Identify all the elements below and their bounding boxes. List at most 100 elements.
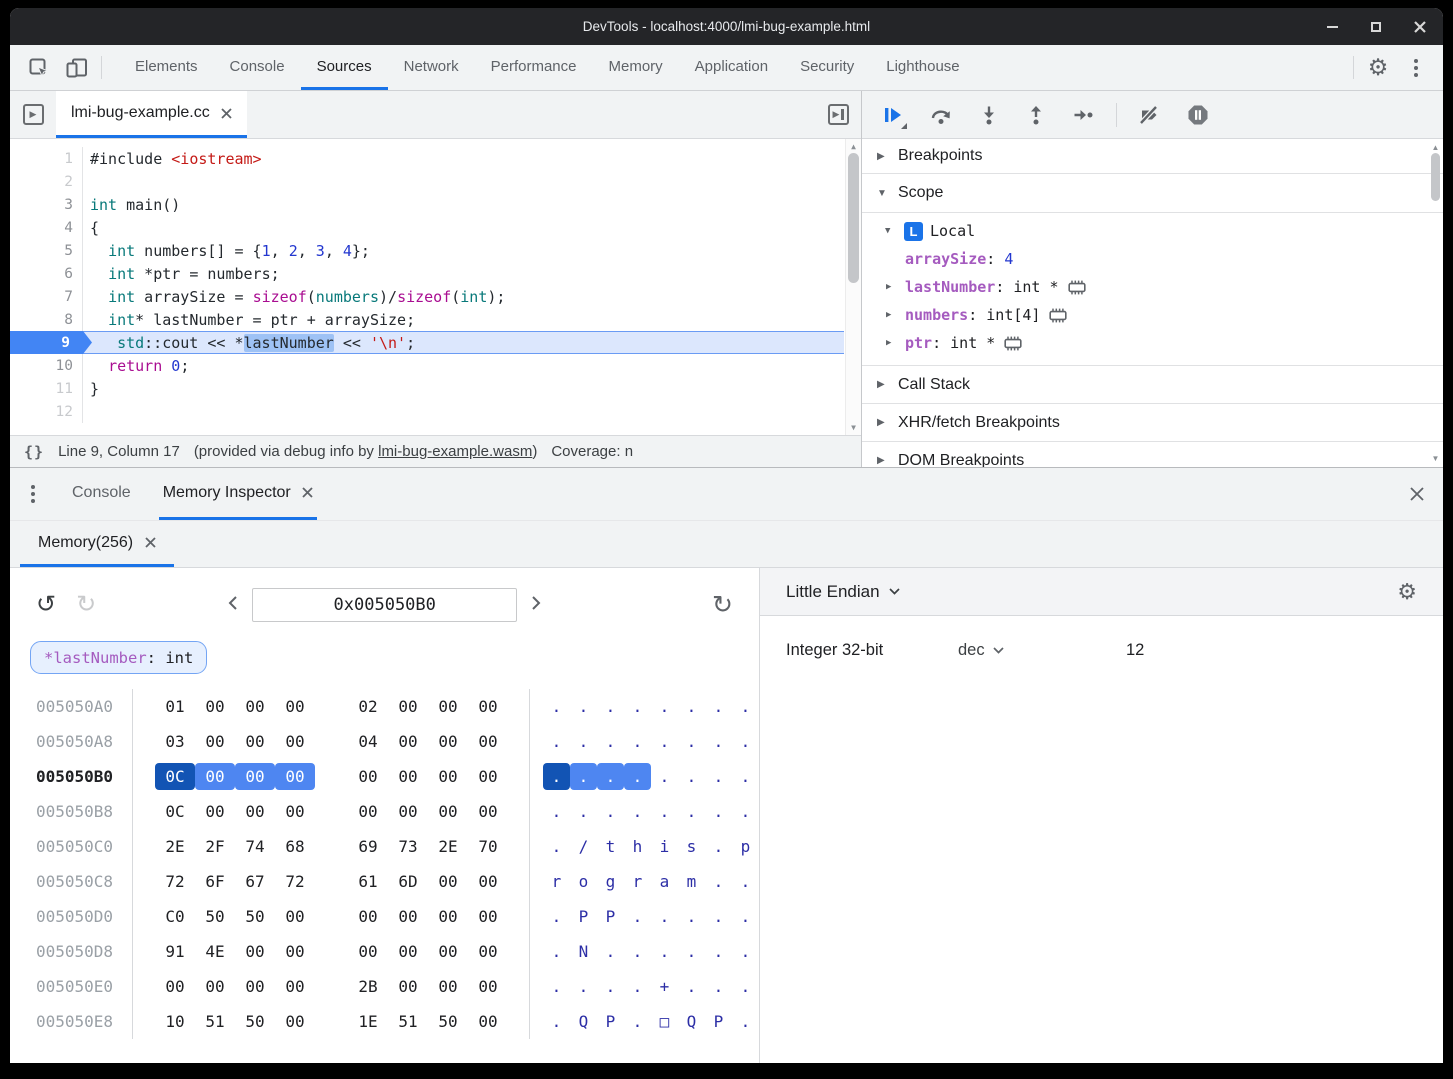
ascii-cell[interactable]: . <box>651 938 678 965</box>
debugger-sidebar-toggle-icon[interactable]: ▶ <box>828 104 849 125</box>
deactivate-breakpoints-icon[interactable] <box>1138 105 1160 125</box>
ascii-cell[interactable]: . <box>732 903 759 930</box>
close-tab-icon[interactable] <box>145 537 156 548</box>
byte-cell[interactable]: 00 <box>388 763 428 790</box>
byte-cell[interactable]: 00 <box>235 798 275 825</box>
tab-memory[interactable]: Memory <box>593 45 679 90</box>
resume-icon[interactable] <box>882 105 903 125</box>
code-text[interactable]: int numbers[] = {1, 2, 3, 4}; <box>83 239 370 262</box>
tab-sources[interactable]: Sources <box>301 45 388 90</box>
byte-cell[interactable]: 00 <box>428 973 468 1000</box>
ascii-cell[interactable]: h <box>624 833 651 860</box>
file-tab[interactable]: lmi-bug-example.cc <box>56 91 247 138</box>
line-number[interactable]: 4 <box>10 216 83 239</box>
byte-cell[interactable]: 50 <box>428 1008 468 1035</box>
byte-cell[interactable]: 50 <box>235 903 275 930</box>
section-breakpoints[interactable]: ▶Breakpoints <box>862 139 1443 174</box>
scroll-up-icon[interactable]: ▲ <box>1429 143 1442 152</box>
byte-cell[interactable]: 00 <box>155 973 195 1000</box>
editor-scrollbar[interactable]: ▲ ▼ <box>845 139 861 435</box>
ascii-cell[interactable]: . <box>732 938 759 965</box>
ascii-cell[interactable]: P <box>570 903 597 930</box>
code-text[interactable]: int *ptr = numbers; <box>83 262 280 285</box>
ascii-cell[interactable]: . <box>732 798 759 825</box>
line-number[interactable]: 8 <box>10 308 83 331</box>
byte-cell[interactable]: 2F <box>195 833 235 860</box>
line-number[interactable]: 10 <box>10 354 83 377</box>
ascii-cell[interactable]: . <box>543 798 570 825</box>
byte-cell[interactable]: 00 <box>235 938 275 965</box>
byte-cell[interactable]: 6F <box>195 868 235 895</box>
line-number[interactable]: 6 <box>10 262 83 285</box>
execution-pointer-gutter[interactable]: 9 <box>10 331 92 354</box>
line-number[interactable]: 3 <box>10 193 83 216</box>
ascii-cell[interactable]: . <box>624 693 651 720</box>
ascii-cell[interactable]: P <box>597 1008 624 1035</box>
ascii-cell[interactable]: . <box>597 938 624 965</box>
ascii-cell[interactable]: . <box>543 973 570 1000</box>
address-input[interactable] <box>252 588 517 622</box>
ascii-cell[interactable]: o <box>570 868 597 895</box>
endianness-select[interactable]: Little Endian <box>786 582 900 602</box>
byte-cell[interactable]: 67 <box>235 868 275 895</box>
navigator-toggle-icon[interactable]: ▶ <box>10 91 56 138</box>
refresh-icon[interactable]: ↻ <box>712 593 733 618</box>
ascii-cell[interactable]: . <box>597 973 624 1000</box>
byte-cell[interactable]: 00 <box>388 903 428 930</box>
byte-cell[interactable]: 00 <box>348 763 388 790</box>
previous-page-icon[interactable] <box>228 595 238 616</box>
ascii-cell[interactable]: r <box>624 868 651 895</box>
byte-cell[interactable]: 50 <box>195 903 235 930</box>
ascii-cell[interactable]: . <box>597 763 624 790</box>
ascii-cell[interactable]: . <box>678 763 705 790</box>
byte-cell[interactable]: 61 <box>348 868 388 895</box>
ascii-cell[interactable]: . <box>678 973 705 1000</box>
byte-cell[interactable]: 00 <box>388 938 428 965</box>
ascii-cell[interactable]: . <box>543 693 570 720</box>
byte-cell[interactable]: 00 <box>348 798 388 825</box>
byte-cell[interactable]: 00 <box>468 693 508 720</box>
byte-cell[interactable]: 00 <box>275 938 315 965</box>
ascii-cell[interactable]: . <box>651 728 678 755</box>
highlight-chip[interactable]: *lastNumber: int <box>30 641 207 674</box>
more-options-icon[interactable] <box>1397 45 1435 90</box>
ascii-cell[interactable]: . <box>543 903 570 930</box>
byte-cell[interactable]: 2E <box>155 833 195 860</box>
scrollbar-thumb[interactable] <box>1431 153 1440 201</box>
ascii-cell[interactable]: . <box>543 1008 570 1035</box>
byte-cell[interactable]: 00 <box>235 763 275 790</box>
byte-cell[interactable]: 00 <box>428 693 468 720</box>
byte-cell[interactable]: 51 <box>388 1008 428 1035</box>
byte-cell[interactable]: 00 <box>275 973 315 1000</box>
ascii-cell[interactable]: . <box>651 763 678 790</box>
ascii-cell[interactable]: . <box>597 728 624 755</box>
ascii-cell[interactable]: . <box>597 693 624 720</box>
byte-cell[interactable]: 2E <box>428 833 468 860</box>
byte-cell[interactable]: 00 <box>195 798 235 825</box>
tab-memory-256[interactable]: Memory(256) <box>20 521 174 567</box>
code-text[interactable]: int arraySize = sizeof(numbers)/sizeof(i… <box>83 285 505 308</box>
debugger-scrollbar[interactable]: ▲ ▼ <box>1429 141 1442 465</box>
scroll-up-icon[interactable]: ▲ <box>846 142 861 151</box>
ascii-cell[interactable]: . <box>624 938 651 965</box>
code-text[interactable]: } <box>83 377 99 400</box>
byte-cell[interactable]: 00 <box>195 763 235 790</box>
ascii-cell[interactable]: . <box>570 763 597 790</box>
line-number[interactable]: 2 <box>10 170 83 193</box>
ascii-cell[interactable]: . <box>624 763 651 790</box>
section-xhr-breakpoints[interactable]: ▶XHR/fetch Breakpoints <box>862 404 1443 442</box>
ascii-cell[interactable]: . <box>570 973 597 1000</box>
ascii-cell[interactable]: . <box>732 868 759 895</box>
ascii-cell[interactable]: Q <box>570 1008 597 1035</box>
wasm-link[interactable]: lmi-bug-example.wasm <box>378 443 532 460</box>
tab-console[interactable]: Console <box>214 45 301 90</box>
ascii-cell[interactable]: . <box>624 798 651 825</box>
byte-cell[interactable]: 00 <box>468 903 508 930</box>
ascii-cell[interactable]: . <box>705 868 732 895</box>
ascii-cell[interactable]: . <box>624 973 651 1000</box>
code-text[interactable]: { <box>83 216 99 239</box>
drawer-menu-icon[interactable] <box>10 468 56 520</box>
byte-cell[interactable]: 72 <box>155 868 195 895</box>
byte-cell[interactable]: 68 <box>275 833 315 860</box>
code-text[interactable] <box>83 170 90 193</box>
